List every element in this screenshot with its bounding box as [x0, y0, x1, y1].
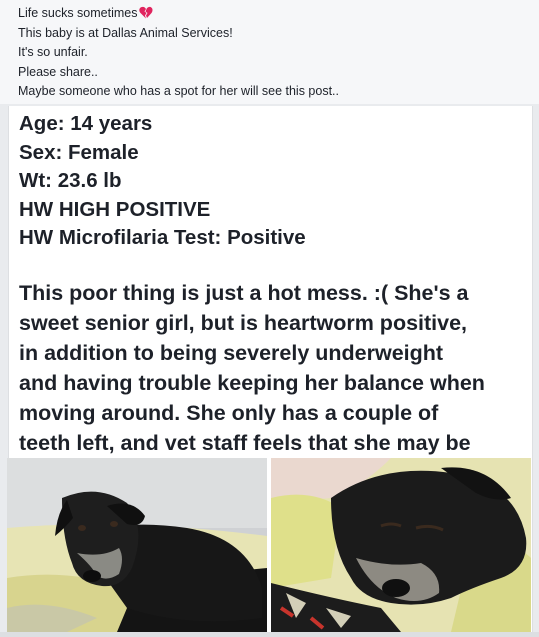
stat-hw: HW HIGH POSITIVE: [19, 197, 211, 221]
post-line-text: Life sucks sometimes: [18, 6, 138, 20]
post-line: This baby is at Dallas Animal Services!: [18, 25, 233, 40]
dog-photo-right[interactable]: [271, 458, 531, 632]
dog-stats: Age: 14 years Sex: Female Wt: 23.6 lb HW…: [19, 110, 306, 253]
stat-age: Age: 14 years: [19, 112, 153, 135]
post-header: Life sucks sometimes This baby is at Dal…: [0, 0, 539, 104]
story-line: teeth left, and vet staff feels that she…: [19, 431, 471, 455]
post-line: Please share..: [18, 64, 98, 79]
post-line: Maybe someone who has a spot for her wil…: [18, 84, 339, 99]
post-line: It's so unfair.: [18, 45, 88, 60]
story-line: This poor thing is just a hot mess. :( S…: [19, 281, 469, 305]
stat-sex: Sex: Female: [19, 140, 139, 164]
story-line: and having trouble keeping her balance w…: [19, 371, 485, 395]
dog-photo-left-image: [7, 458, 267, 632]
story-line: moving around. She only has a couple of: [19, 401, 439, 425]
bottom-border: [0, 632, 539, 637]
story-line: in addition to being severely underweigh…: [19, 341, 444, 365]
stat-weight: Wt: 23.6 lb: [19, 169, 122, 192]
dog-photo-left[interactable]: [7, 458, 267, 632]
broken-heart-icon: [139, 6, 154, 19]
stat-microfilaria: HW Microfilaria Test: Positive: [19, 226, 306, 249]
post-line: Life sucks sometimes: [18, 4, 339, 24]
story-line: sweet senior girl, but is heartworm posi…: [19, 311, 468, 335]
dog-photo-right-image: [271, 458, 531, 632]
dog-story: This poor thing is just a hot mess. :( S…: [19, 278, 531, 456]
post-text: Life sucks sometimes This baby is at Dal…: [18, 4, 339, 102]
